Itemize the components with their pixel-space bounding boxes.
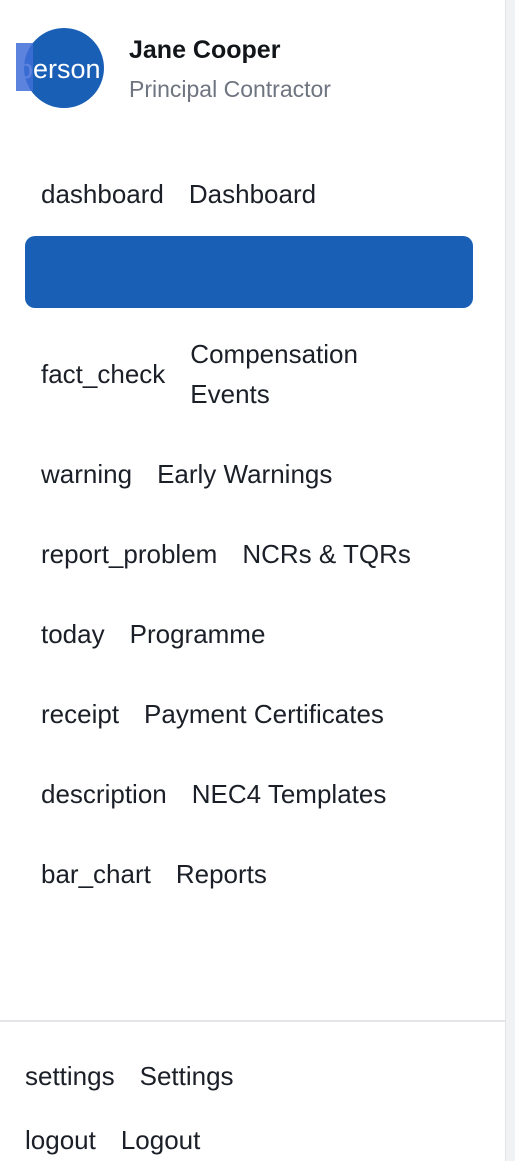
nav-item-active[interactable]: [25, 236, 473, 308]
nav-item-early-warnings[interactable]: warning Early Warnings: [25, 454, 473, 494]
user-profile: person Jane Cooper Principal Contractor: [16, 28, 496, 108]
person-icon: person: [24, 54, 101, 84]
warning-icon: warning: [41, 458, 133, 489]
avatar: person: [24, 28, 104, 108]
nav-item-ncrs-tqrs[interactable]: report_problem NCRs & TQRs: [25, 534, 473, 574]
receipt-icon: receipt: [41, 698, 120, 729]
nav-item-label: Reports: [175, 858, 267, 889]
nav-item-programme[interactable]: today Programme: [25, 614, 473, 654]
nav-item-label: Programme: [129, 618, 266, 649]
nav-item-label: Payment Certificates: [144, 698, 384, 729]
nav-item-label: Early Warnings: [157, 458, 333, 489]
nav-item-dashboard[interactable]: dashboard Dashboard: [25, 174, 473, 214]
sidebar: person Jane Cooper Principal Contractor …: [0, 0, 505, 1161]
fact-check-icon: fact_check: [41, 358, 166, 389]
nav-item-label: NEC4 Templates: [191, 778, 387, 809]
dashboard-icon: dashboard: [41, 178, 164, 209]
nav-item-label: NCRs & TQRs: [242, 538, 411, 569]
logout-link[interactable]: logout Logout: [25, 1120, 200, 1160]
avatar-highlight: [16, 43, 33, 91]
logout-icon: logout: [25, 1124, 96, 1155]
nav-item-payment-certificates[interactable]: receipt Payment Certificates: [25, 694, 473, 734]
nav-item-label: Compensation Events: [190, 339, 358, 409]
description-icon: description: [41, 778, 167, 809]
nav-item-label: Dashboard: [188, 178, 317, 209]
report-problem-icon: report_problem: [41, 538, 218, 569]
sidebar-divider: [0, 1020, 505, 1022]
logout-label: Logout: [120, 1124, 201, 1155]
nav-item-reports[interactable]: bar_chart Reports: [25, 854, 473, 894]
settings-label: Settings: [139, 1060, 234, 1091]
nav-item-compensation-events[interactable]: fact_check Compensation Events: [25, 334, 473, 414]
today-icon: today: [41, 618, 105, 649]
content-edge: [505, 0, 515, 1161]
nav-item-nec4-templates[interactable]: description NEC4 Templates: [25, 774, 473, 814]
user-role: Principal Contractor: [129, 76, 331, 102]
settings-link[interactable]: settings Settings: [25, 1056, 234, 1096]
bar-chart-icon: bar_chart: [41, 858, 151, 889]
user-name: Jane Cooper: [129, 36, 281, 64]
settings-icon: settings: [25, 1060, 115, 1091]
